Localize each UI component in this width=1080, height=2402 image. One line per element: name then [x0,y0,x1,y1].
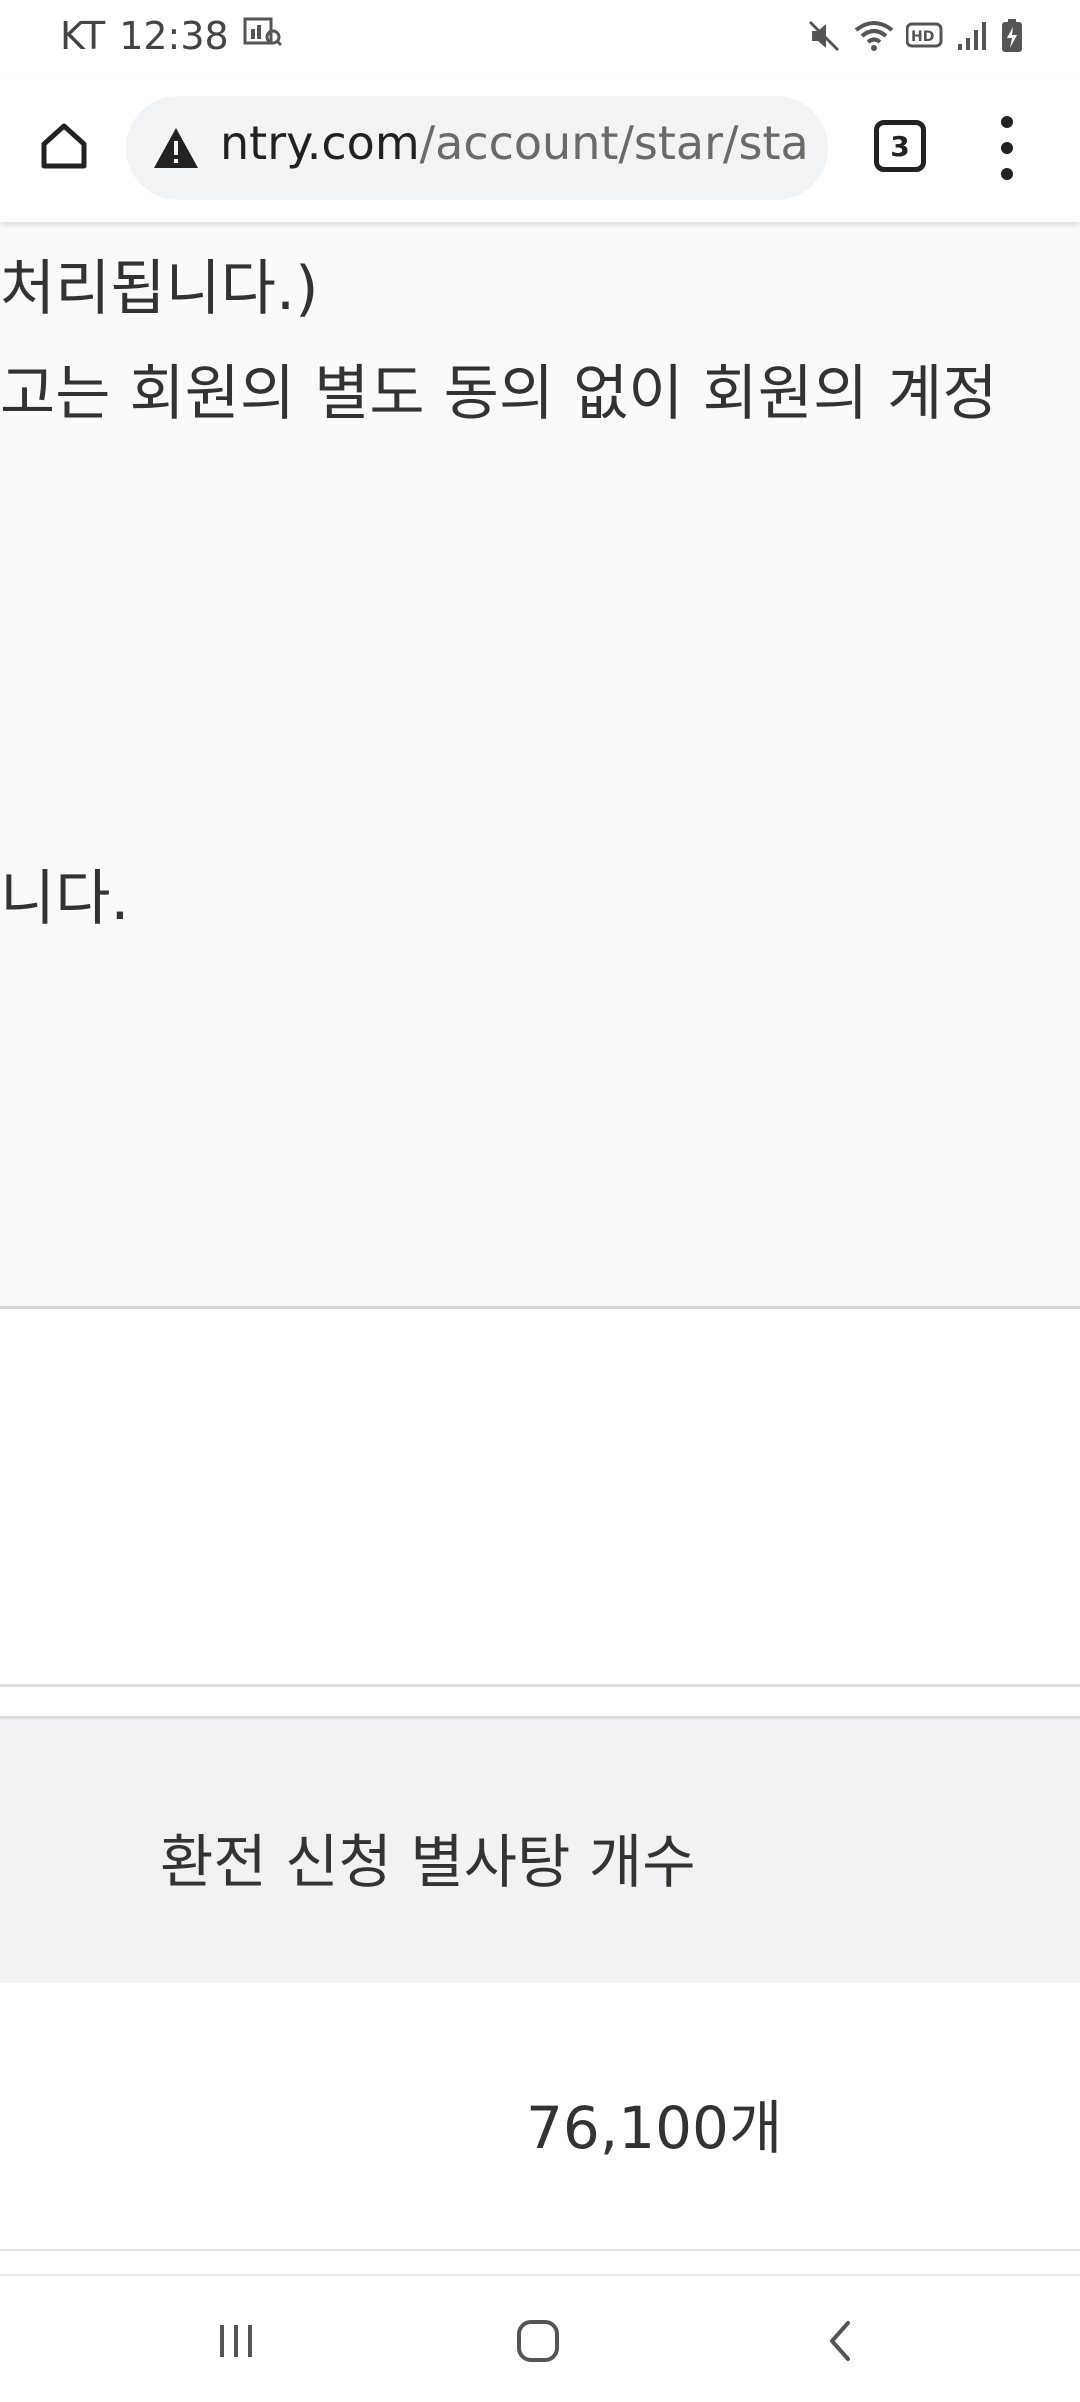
tabs-icon[interactable]: 3 [874,120,926,172]
url-host: ntry.com [220,116,420,170]
warning-icon[interactable] [152,126,200,170]
wifi-icon [852,18,896,54]
svg-text:HD: HD [911,29,934,45]
gallery-icon [243,14,283,58]
menu-dot [1001,168,1013,180]
star-candy-count: 76,100개 [526,2094,783,2162]
notice-line: 니다. [0,864,130,934]
back-button[interactable] [800,2306,880,2376]
status-right: HD [806,18,1024,54]
system-nav-bar [0,2274,1080,2402]
notice-line: 고는 회원의 별도 동의 없이 회원의 계정 [0,359,998,429]
table-header-row: 환전 신청 별사탕 개수 [0,1716,1080,1986]
home-button[interactable] [32,114,96,178]
battery-charging-icon [1000,18,1024,54]
address-bar[interactable]: ntry.com/account/star/star_ [126,96,828,200]
section-divider [0,1684,1080,1687]
tab-count: 3 [890,129,910,163]
url-path: /account/star/star_ [419,116,810,170]
menu-dot [1001,116,1013,128]
table-header-cell: 환전 신청 별사탕 개수 [160,1828,696,1896]
recent-apps-icon [220,2325,252,2357]
home-icon [41,123,87,169]
recent-apps-button[interactable] [196,2306,276,2376]
carrier-label: KT [60,14,106,58]
browser-toolbar: ntry.com/account/star/star_ 3 [0,76,1080,222]
menu-dot [1001,142,1013,154]
status-left: KT 12:38 [60,14,283,58]
table-row: 76,100개 [0,1983,1080,2251]
more-vert-icon[interactable] [982,116,1032,180]
url-text[interactable]: ntry.com/account/star/star_ [220,116,810,170]
home-nav-button[interactable] [498,2306,578,2376]
status-bar: KT 12:38 HD [0,0,1080,76]
signal-icon [956,20,990,52]
mute-icon [806,18,842,54]
home-circle-icon [517,2320,559,2362]
hd-icon: HD [906,21,946,51]
notice-line: 처리됩니다.) [0,254,319,324]
back-icon [830,2321,850,2361]
clock: 12:38 [119,14,229,58]
